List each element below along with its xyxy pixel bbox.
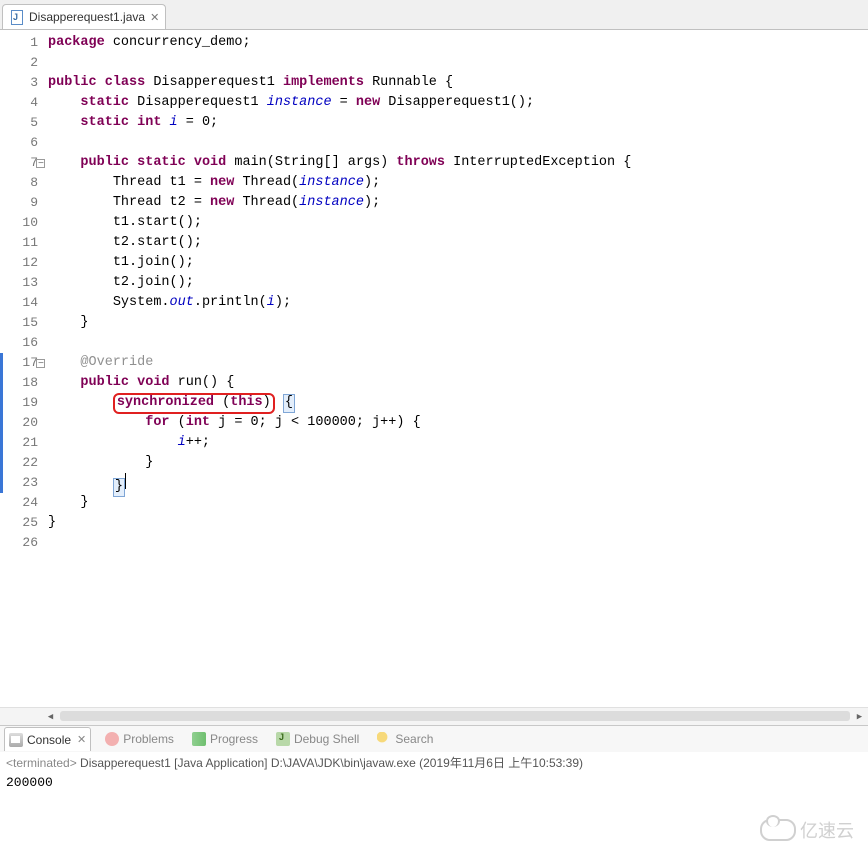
- editor-tab-active[interactable]: Disapperequest1.java ✕: [2, 4, 166, 29]
- code-line[interactable]: package concurrency_demo;: [48, 33, 868, 53]
- code-line[interactable]: Thread t1 = new Thread(instance);: [48, 173, 868, 193]
- line-number: 7: [0, 153, 42, 173]
- watermark: 亿速云: [760, 817, 854, 843]
- line-number: 6: [0, 133, 42, 153]
- console-output-text: 200000: [6, 775, 53, 790]
- line-number: 2: [0, 53, 42, 73]
- line-number: 1: [0, 33, 42, 53]
- code-line[interactable]: synchronized (this) {: [48, 393, 868, 413]
- watermark-text: 亿速云: [800, 817, 854, 843]
- debug-shell-icon: [276, 732, 290, 746]
- code-line[interactable]: }: [48, 493, 868, 513]
- tab-console-label: Console: [27, 733, 71, 747]
- line-number: 11: [0, 233, 42, 253]
- code-line[interactable]: t2.start();: [48, 233, 868, 253]
- problems-icon: [105, 732, 119, 746]
- horizontal-scrollbar[interactable]: ◀ ▶: [0, 707, 868, 725]
- code-line[interactable]: public static void main(String[] args) t…: [48, 153, 868, 173]
- code-text-area[interactable]: package concurrency_demo;public class Di…: [42, 31, 868, 707]
- code-line[interactable]: static Disapperequest1 instance = new Di…: [48, 93, 868, 113]
- code-line[interactable]: @Override: [48, 353, 868, 373]
- line-number: 5: [0, 113, 42, 133]
- code-line[interactable]: t1.start();: [48, 213, 868, 233]
- console-output[interactable]: 200000: [0, 773, 868, 792]
- editor-tab-bar: Disapperequest1.java ✕: [0, 0, 868, 30]
- tab-problems-label: Problems: [123, 732, 174, 746]
- java-file-icon: [9, 10, 24, 25]
- editor-area[interactable]: 1234567891011121314151617181920212223242…: [0, 30, 868, 707]
- line-number: 14: [0, 293, 42, 313]
- cloud-icon: [760, 819, 796, 841]
- code-line[interactable]: i++;: [48, 433, 868, 453]
- search-icon: [377, 732, 391, 746]
- matching-brace: }: [113, 478, 125, 497]
- close-icon[interactable]: ✕: [150, 11, 159, 24]
- code-line[interactable]: for (int j = 0; j < 100000; j++) {: [48, 413, 868, 433]
- editor-tab-filename: Disapperequest1.java: [29, 10, 145, 24]
- code-line[interactable]: t2.join();: [48, 273, 868, 293]
- line-number: 23: [0, 473, 42, 493]
- line-number: 9: [0, 193, 42, 213]
- line-number: 19: [0, 393, 42, 413]
- line-number: 10: [0, 213, 42, 233]
- line-number: 8: [0, 173, 42, 193]
- scroll-thumb[interactable]: [60, 711, 850, 721]
- scroll-left-arrow-icon[interactable]: ◀: [42, 708, 59, 725]
- line-number: 26: [0, 533, 42, 553]
- code-line[interactable]: }: [48, 473, 868, 493]
- line-number: 24: [0, 493, 42, 513]
- line-number-gutter: 1234567891011121314151617181920212223242…: [0, 31, 42, 707]
- bottom-view-tabs: Console ✕ Problems Progress Debug Shell …: [0, 725, 868, 752]
- line-number: 17: [0, 353, 42, 373]
- tab-console[interactable]: Console ✕: [4, 727, 91, 751]
- code-line[interactable]: Thread t2 = new Thread(instance);: [48, 193, 868, 213]
- console-icon: [9, 733, 23, 747]
- code-line[interactable]: [48, 533, 868, 553]
- line-number: 22: [0, 453, 42, 473]
- line-number: 4: [0, 93, 42, 113]
- tab-search-label: Search: [395, 732, 433, 746]
- scroll-right-arrow-icon[interactable]: ▶: [851, 708, 868, 725]
- console-header: <terminated> Disapperequest1 [Java Appli…: [0, 752, 868, 773]
- line-number: 13: [0, 273, 42, 293]
- line-number: 15: [0, 313, 42, 333]
- line-number: 20: [0, 413, 42, 433]
- tab-progress-label: Progress: [210, 732, 258, 746]
- code-line[interactable]: public class Disapperequest1 implements …: [48, 73, 868, 93]
- line-number: 25: [0, 513, 42, 533]
- code-line[interactable]: System.out.println(i);: [48, 293, 868, 313]
- matching-brace: {: [283, 394, 295, 413]
- close-icon[interactable]: ✕: [77, 733, 86, 746]
- line-number: 21: [0, 433, 42, 453]
- line-number: 18: [0, 373, 42, 393]
- code-line[interactable]: t1.join();: [48, 253, 868, 273]
- code-line[interactable]: public void run() {: [48, 373, 868, 393]
- tab-search[interactable]: Search: [373, 730, 437, 748]
- code-line[interactable]: [48, 133, 868, 153]
- code-line[interactable]: [48, 333, 868, 353]
- line-number: 16: [0, 333, 42, 353]
- line-number: 3: [0, 73, 42, 93]
- progress-icon: [192, 732, 206, 746]
- tab-debug-shell[interactable]: Debug Shell: [272, 730, 363, 748]
- code-line[interactable]: static int i = 0;: [48, 113, 868, 133]
- console-headline: Disapperequest1 [Java Application] D:\JA…: [77, 756, 583, 770]
- tab-debug-label: Debug Shell: [294, 732, 359, 746]
- code-line[interactable]: }: [48, 453, 868, 473]
- tab-progress[interactable]: Progress: [188, 730, 262, 748]
- console-terminated-label: <terminated>: [6, 756, 77, 770]
- tab-problems[interactable]: Problems: [101, 730, 178, 748]
- code-line[interactable]: [48, 53, 868, 73]
- highlighted-expression: synchronized (this): [113, 393, 275, 414]
- code-line[interactable]: }: [48, 513, 868, 533]
- line-number: 12: [0, 253, 42, 273]
- code-line[interactable]: }: [48, 313, 868, 333]
